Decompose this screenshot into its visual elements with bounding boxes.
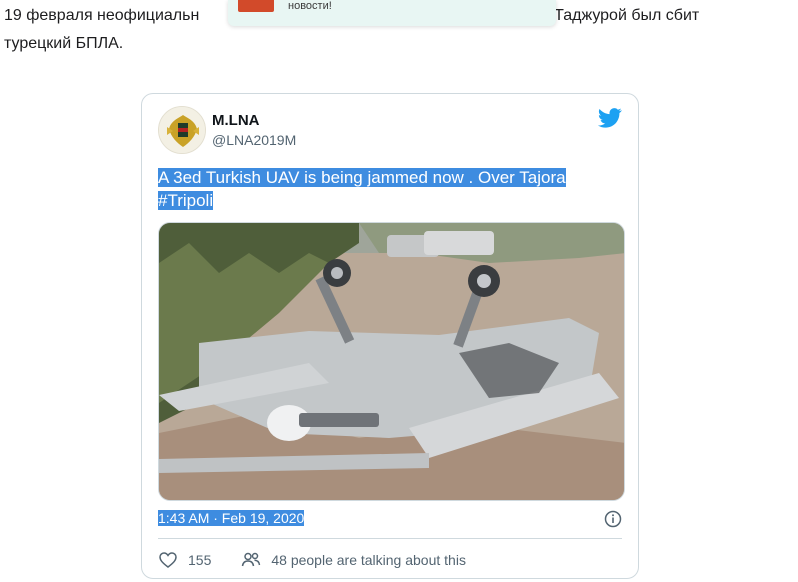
tweet-text-line-1: A 3ed Turkish UAV is being jammed now . … [158, 168, 566, 187]
heart-icon[interactable] [158, 550, 178, 570]
article-line-2: турецкий БПЛА. [4, 35, 124, 52]
tweet-actions: 155 48 people are talking about this [158, 550, 466, 570]
tweet-text: A 3ed Turkish UAV is being jammed now . … [158, 166, 628, 212]
user-handle[interactable]: @LNA2019M [212, 132, 296, 148]
display-name[interactable]: M.LNA [212, 112, 260, 129]
conversation-text[interactable]: 48 people are talking about this [271, 552, 466, 568]
toast-text: новости! [288, 0, 332, 12]
tweet-timestamp[interactable]: 1:43 AM · Feb 19, 2020 [158, 510, 305, 526]
conversation-link[interactable]: 48 people are talking about this [241, 550, 466, 570]
avatar[interactable] [158, 106, 206, 154]
news-logo [238, 0, 274, 12]
twitter-bird-icon[interactable] [597, 108, 622, 128]
tweet-photo[interactable] [158, 222, 625, 501]
tweet-hashtag[interactable]: #Tripoli [158, 191, 214, 210]
article-line-1-start: 19 февраля неофициальн [4, 7, 200, 24]
embedded-tweet[interactable]: M.LNA @LNA2019M A 3ed Turkish UAV is bei… [141, 93, 639, 579]
divider [158, 538, 622, 539]
people-icon [241, 550, 261, 570]
timestamp-text[interactable]: 1:43 AM · Feb 19, 2020 [158, 510, 305, 526]
like-count[interactable]: 155 [188, 552, 211, 568]
info-icon[interactable] [604, 510, 622, 528]
news-toast[interactable]: новости! [228, 0, 556, 26]
